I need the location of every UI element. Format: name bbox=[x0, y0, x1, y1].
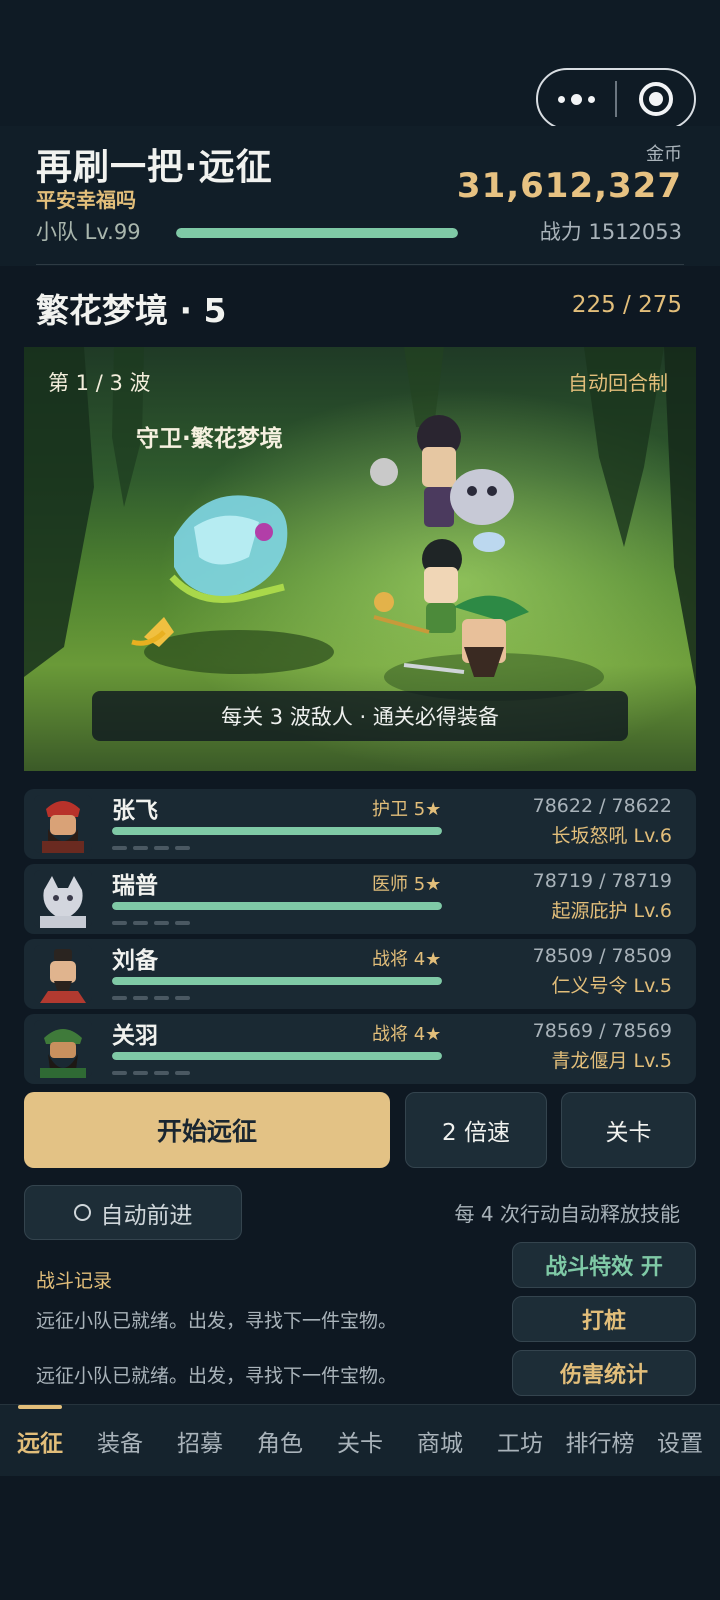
tab-stages[interactable]: 关卡 bbox=[320, 1405, 400, 1477]
more-dots-icon-right bbox=[588, 95, 596, 103]
battle-log-line: 远征小队已就绪。出发，寻找下一件宝物。 bbox=[36, 1365, 398, 1387]
hero-hp-fill bbox=[112, 902, 442, 910]
hero-skill: 起源庇护 Lv.6 bbox=[551, 900, 672, 922]
hero-avatar bbox=[34, 795, 92, 853]
hero-hp-fill bbox=[112, 977, 442, 985]
more-dots-icon-center bbox=[571, 93, 583, 105]
team-exp-bar bbox=[176, 228, 458, 238]
hero-energy-pips bbox=[112, 1071, 190, 1075]
team-level: 小队 Lv.99 bbox=[36, 220, 141, 244]
stage-progress: 225 / 275 bbox=[571, 292, 682, 318]
header-divider bbox=[36, 264, 684, 265]
battle-effects-toggle[interactable]: 战斗特效 开 bbox=[512, 1242, 696, 1288]
hero-name: 张飞 bbox=[112, 798, 158, 824]
header: 再刷一把·远征 平安幸福吗 金币 31,612,327 小队 Lv.99 战力 … bbox=[0, 126, 720, 266]
stage-select-button[interactable]: 关卡 bbox=[561, 1092, 696, 1168]
capsule-menu bbox=[536, 68, 696, 130]
auto-advance-label: 自动前进 bbox=[100, 1202, 193, 1229]
more-button[interactable] bbox=[538, 93, 615, 105]
tab-characters[interactable]: 角色 bbox=[240, 1405, 320, 1477]
battle-log-line: 远征小队已就绪。出发，寻找下一件宝物。 bbox=[36, 1310, 398, 1332]
hero-role: 战将 4★ bbox=[372, 949, 442, 970]
battle-log-title: 战斗记录 bbox=[36, 1270, 113, 1292]
more-dots-icon bbox=[558, 95, 566, 103]
battle-banner: 每关 3 波敌人 · 通关必得装备 bbox=[92, 691, 628, 741]
coin-label: 金币 bbox=[646, 144, 682, 165]
wave-label: 第 1 / 3 波 bbox=[48, 371, 151, 395]
battle-mode-label: 自动回合制 bbox=[568, 371, 668, 395]
coin-value: 31,612,327 bbox=[456, 166, 682, 206]
hero-role: 医师 5★ bbox=[372, 874, 442, 895]
power-value: 战力 1512053 bbox=[539, 220, 682, 244]
hero-hp-fill bbox=[112, 1052, 442, 1060]
close-miniprogram-button[interactable] bbox=[617, 82, 694, 116]
dummy-button[interactable]: 打桩 bbox=[512, 1296, 696, 1342]
hero-hp-bar bbox=[112, 977, 442, 985]
hero-avatar bbox=[34, 870, 92, 928]
tab-shop[interactable]: 商城 bbox=[400, 1405, 480, 1477]
hero-avatar bbox=[34, 1020, 92, 1078]
tab-leaderboard[interactable]: 排行榜 bbox=[560, 1405, 640, 1477]
player-name: 平安幸福吗 bbox=[36, 188, 136, 212]
hero-hp-text: 78569 / 78569 bbox=[532, 1020, 672, 1042]
enemy-name: 守卫·繁花梦境 bbox=[136, 426, 283, 452]
bottom-tab-bar: 远征 装备 招募 角色 关卡 商城 工坊 排行榜 设置 bbox=[0, 1404, 720, 1476]
hero-skill: 仁义号令 Lv.5 bbox=[551, 975, 672, 997]
hero-hp-text: 78622 / 78622 bbox=[532, 795, 672, 817]
speed-button[interactable]: 2 倍速 bbox=[405, 1092, 547, 1168]
hero-energy-pips bbox=[112, 846, 190, 850]
tab-recruit[interactable]: 招募 bbox=[160, 1405, 240, 1477]
auto-skill-hint: 每 4 次行动自动释放技能 bbox=[454, 1202, 680, 1226]
hero-card-guanyu[interactable]: 关羽 战将 4★ 78569 / 78569 青龙偃月 Lv.5 bbox=[24, 1014, 696, 1084]
start-expedition-button[interactable]: 开始远征 bbox=[24, 1092, 390, 1168]
damage-stats-button[interactable]: 伤害统计 bbox=[512, 1350, 696, 1396]
hero-energy-pips bbox=[112, 996, 190, 1000]
hero-hp-bar bbox=[112, 827, 442, 835]
hero-role: 战将 4★ bbox=[372, 1024, 442, 1045]
hero-hp-text: 78509 / 78509 bbox=[532, 945, 672, 967]
hero-hp-text: 78719 / 78719 bbox=[532, 870, 672, 892]
hero-name: 关羽 bbox=[112, 1023, 158, 1049]
tab-equipment[interactable]: 装备 bbox=[80, 1405, 160, 1477]
target-icon bbox=[638, 82, 673, 116]
hero-role: 护卫 5★ bbox=[372, 799, 442, 820]
stage-name: 繁花梦境 · 5 bbox=[36, 291, 227, 330]
target-dot bbox=[648, 92, 663, 106]
radio-icon bbox=[73, 1204, 91, 1221]
bottom-safe-area bbox=[0, 1476, 720, 1600]
battle-scene: 第 1 / 3 波 自动回合制 守卫·繁花梦境 每关 3 波敌人 · 通关必得装… bbox=[24, 347, 696, 771]
hero-hp-bar bbox=[112, 902, 442, 910]
hero-avatar bbox=[34, 945, 92, 1003]
hero-name: 刘备 bbox=[112, 948, 158, 974]
hero-card-ruipu[interactable]: 瑞普 医师 5★ 78719 / 78719 起源庇护 Lv.6 bbox=[24, 864, 696, 934]
hero-name: 瑞普 bbox=[112, 873, 158, 899]
hero-card-liubei[interactable]: 刘备 战将 4★ 78509 / 78509 仁义号令 Lv.5 bbox=[24, 939, 696, 1009]
team-exp-fill bbox=[176, 228, 458, 238]
tab-expedition[interactable]: 远征 bbox=[0, 1405, 80, 1477]
hero-energy-pips bbox=[112, 921, 190, 925]
hero-skill: 长坂怒吼 Lv.6 bbox=[551, 825, 672, 847]
app-title: 再刷一把·远征 bbox=[36, 147, 273, 188]
auto-advance-toggle[interactable]: 自动前进 bbox=[24, 1185, 242, 1240]
hero-skill: 青龙偃月 Lv.5 bbox=[551, 1050, 672, 1072]
tab-workshop[interactable]: 工坊 bbox=[480, 1405, 560, 1477]
hero-hp-bar bbox=[112, 1052, 442, 1060]
hero-hp-fill bbox=[112, 827, 442, 835]
tab-settings[interactable]: 设置 bbox=[640, 1405, 720, 1477]
hero-card-zhangfei[interactable]: 张飞 护卫 5★ 78622 / 78622 长坂怒吼 Lv.6 bbox=[24, 789, 696, 859]
